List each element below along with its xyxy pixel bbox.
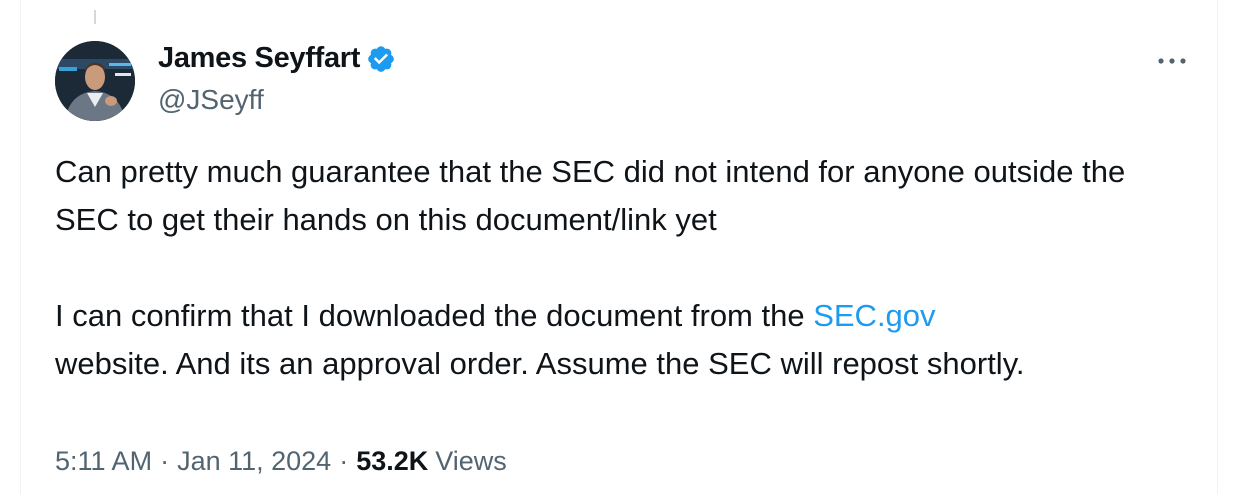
tweet-meta: 5:11 AM · Jan 11, 2024 · 53.2K Views bbox=[55, 446, 507, 477]
tweet-paragraph-1: Can pretty much guarantee that the SEC d… bbox=[55, 154, 1126, 237]
tweet-text: Can pretty much guarantee that the SEC d… bbox=[55, 148, 1175, 388]
views-count: 53.2K bbox=[356, 446, 429, 476]
views-label: Views bbox=[435, 446, 507, 476]
tweet-text-segment: I can confirm that I downloaded the docu… bbox=[55, 298, 814, 333]
tweet-paragraph-2: I can confirm that I downloaded the docu… bbox=[55, 292, 1175, 388]
author-handle[interactable]: @JSeyff bbox=[158, 84, 264, 116]
thread-connector-line bbox=[94, 10, 96, 24]
author-display-name[interactable]: James Seyffart bbox=[158, 42, 360, 75]
tweet-text-segment: website. And its an approval order. Assu… bbox=[55, 346, 1025, 381]
more-options-button[interactable] bbox=[1150, 44, 1194, 78]
tweet-time[interactable]: 5:11 AM bbox=[55, 446, 152, 477]
sec-gov-link[interactable]: SEC.gov bbox=[813, 298, 935, 333]
meta-separator: · bbox=[160, 446, 170, 476]
avatar[interactable] bbox=[55, 41, 135, 121]
tweet-date[interactable]: Jan 11, 2024 bbox=[177, 446, 331, 477]
verified-badge-icon bbox=[368, 45, 394, 72]
meta-separator: · bbox=[339, 446, 349, 476]
author-name-row: James Seyffart bbox=[158, 42, 396, 75]
more-horizontal-icon bbox=[1158, 58, 1186, 64]
